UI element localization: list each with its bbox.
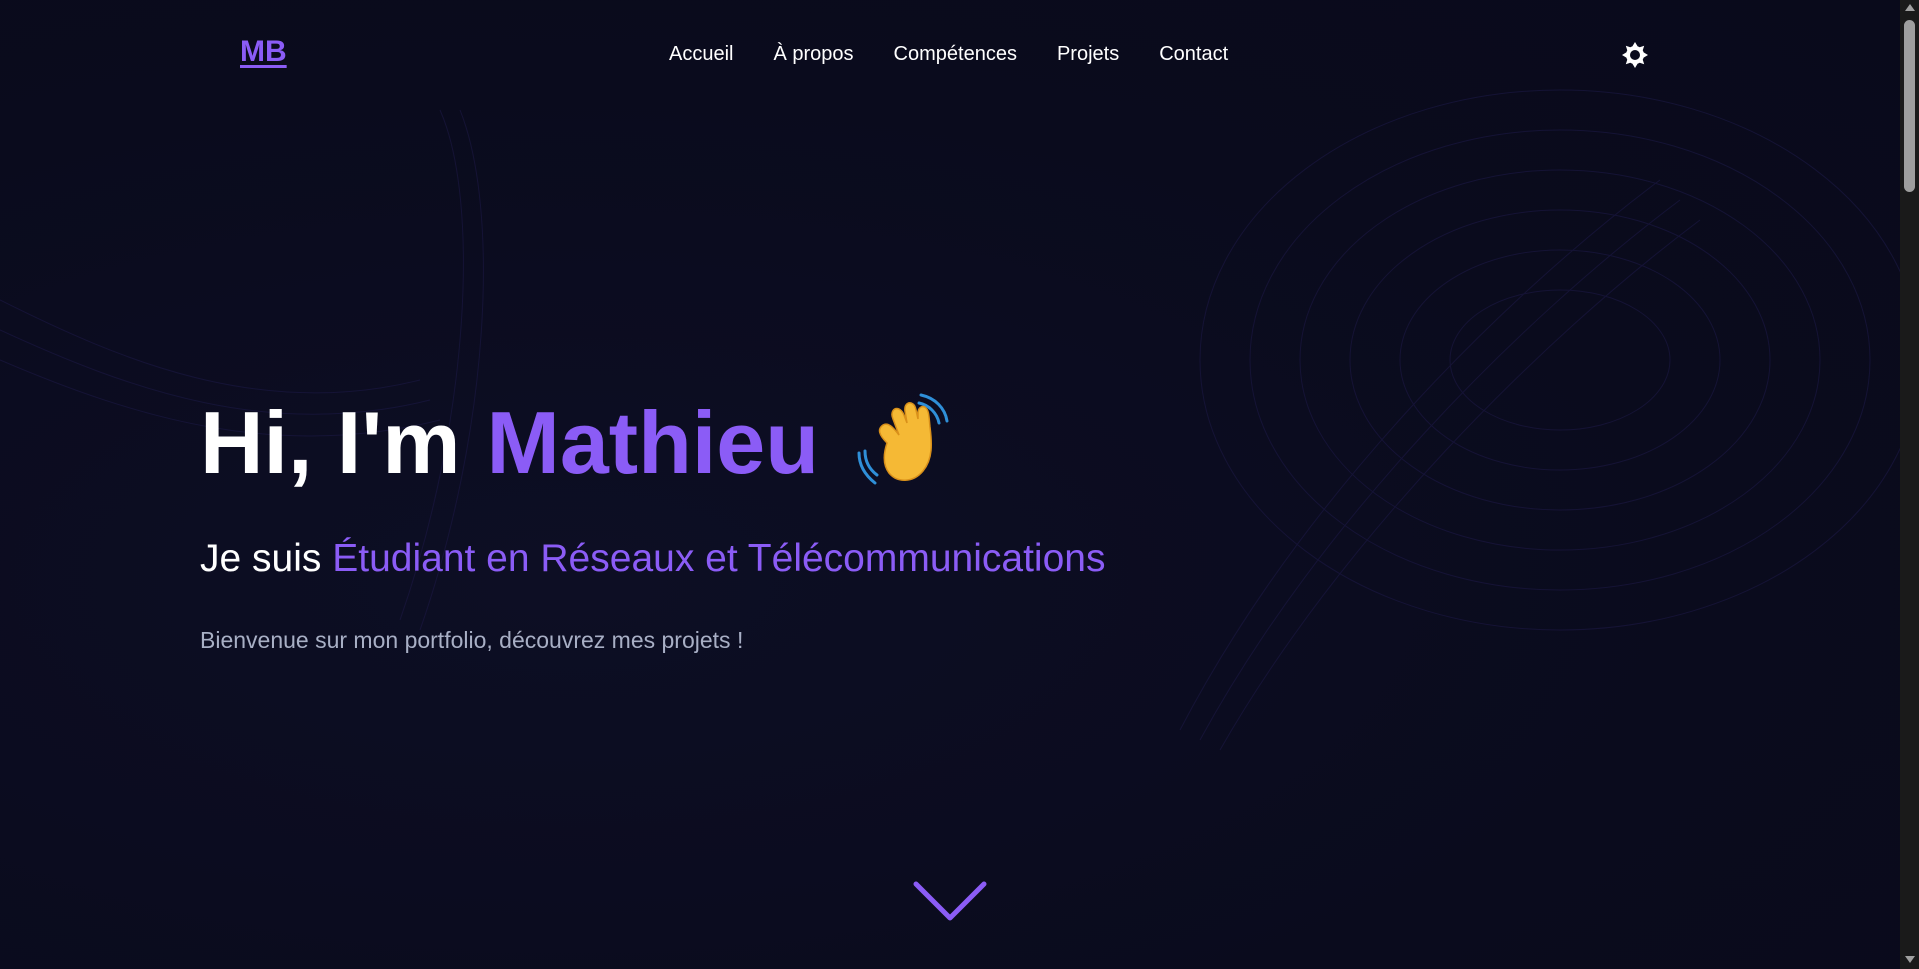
portfolio-page: MB Accueil À propos Compétences Projets … (0, 0, 1900, 969)
scroll-up-arrow-icon[interactable] (1905, 4, 1915, 11)
scroll-down-button[interactable] (912, 878, 988, 926)
hero-description: Bienvenue sur mon portfolio, découvrez m… (200, 627, 744, 653)
nav-link-projets[interactable]: Projets (1057, 40, 1119, 68)
navbar: MB Accueil À propos Compétences Projets … (0, 0, 1900, 108)
nav-links: Accueil À propos Compétences Projets Con… (669, 40, 1228, 68)
waving-hand-icon (857, 393, 957, 493)
chevron-down-icon (913, 881, 987, 921)
nav-link-accueil[interactable]: Accueil (669, 40, 733, 68)
hero-title: Hi, I'm Mathieu (200, 388, 957, 498)
hero-subtitle-prefix: Je suis (200, 537, 322, 580)
hero-greeting: Hi, I'm (200, 393, 461, 492)
hero-subtitle: Je suis Étudiant en Réseaux et Télécommu… (200, 534, 1105, 584)
logo-link[interactable]: MB (240, 34, 287, 70)
hero-name: Mathieu (486, 393, 819, 492)
nav-link-a-propos[interactable]: À propos (773, 40, 853, 68)
nav-link-contact[interactable]: Contact (1159, 40, 1228, 68)
hero-subtitle-role: Étudiant en Réseaux et Télécommunication… (332, 537, 1106, 580)
scrollbar-thumb[interactable] (1904, 20, 1915, 192)
sun-icon (1622, 42, 1648, 68)
page-scrollbar[interactable] (1900, 0, 1919, 969)
theme-toggle-button[interactable] (1620, 40, 1650, 70)
nav-link-competences[interactable]: Compétences (894, 40, 1017, 68)
scroll-down-arrow-icon[interactable] (1905, 956, 1915, 963)
